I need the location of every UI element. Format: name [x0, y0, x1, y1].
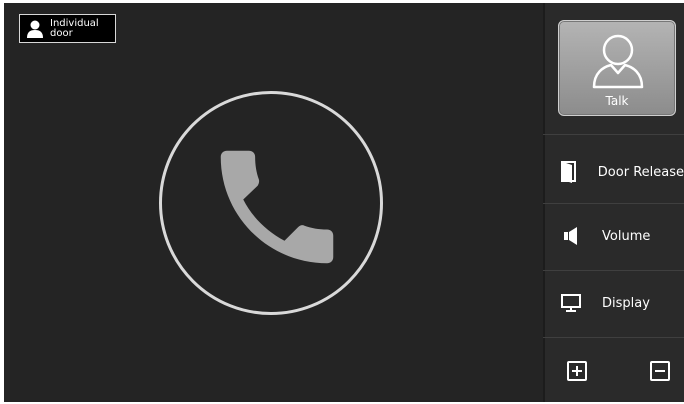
door-badge-label: Individual door — [50, 17, 99, 39]
person-icon — [20, 15, 50, 42]
call-button[interactable] — [159, 91, 383, 315]
minus-icon — [655, 370, 665, 372]
door-badge: Individual door — [19, 14, 116, 43]
phone-handset-icon — [220, 150, 334, 264]
speaker-icon — [560, 226, 582, 246]
sidebar: Talk Door Release Volume Display — [543, 3, 684, 402]
volume-label: Volume — [602, 228, 651, 244]
volume-button[interactable]: Volume — [543, 203, 684, 269]
user-icon — [592, 34, 644, 89]
divider — [543, 337, 684, 338]
intercom-screen: Individual door Talk Door Release Volume… — [4, 3, 684, 402]
decrease-button[interactable] — [650, 361, 670, 381]
video-area: Individual door — [4, 3, 543, 402]
display-label: Display — [602, 295, 650, 311]
talk-label: Talk — [605, 94, 629, 108]
divider — [543, 134, 684, 135]
increase-button[interactable] — [567, 361, 587, 381]
talk-button[interactable]: Talk — [558, 20, 676, 116]
door-release-label: Door Release — [597, 164, 684, 180]
display-button[interactable]: Display — [543, 270, 684, 336]
door-icon — [560, 161, 578, 183]
door-release-button[interactable]: Door Release — [543, 139, 684, 205]
plus-icon — [572, 366, 582, 376]
monitor-icon — [560, 294, 582, 312]
